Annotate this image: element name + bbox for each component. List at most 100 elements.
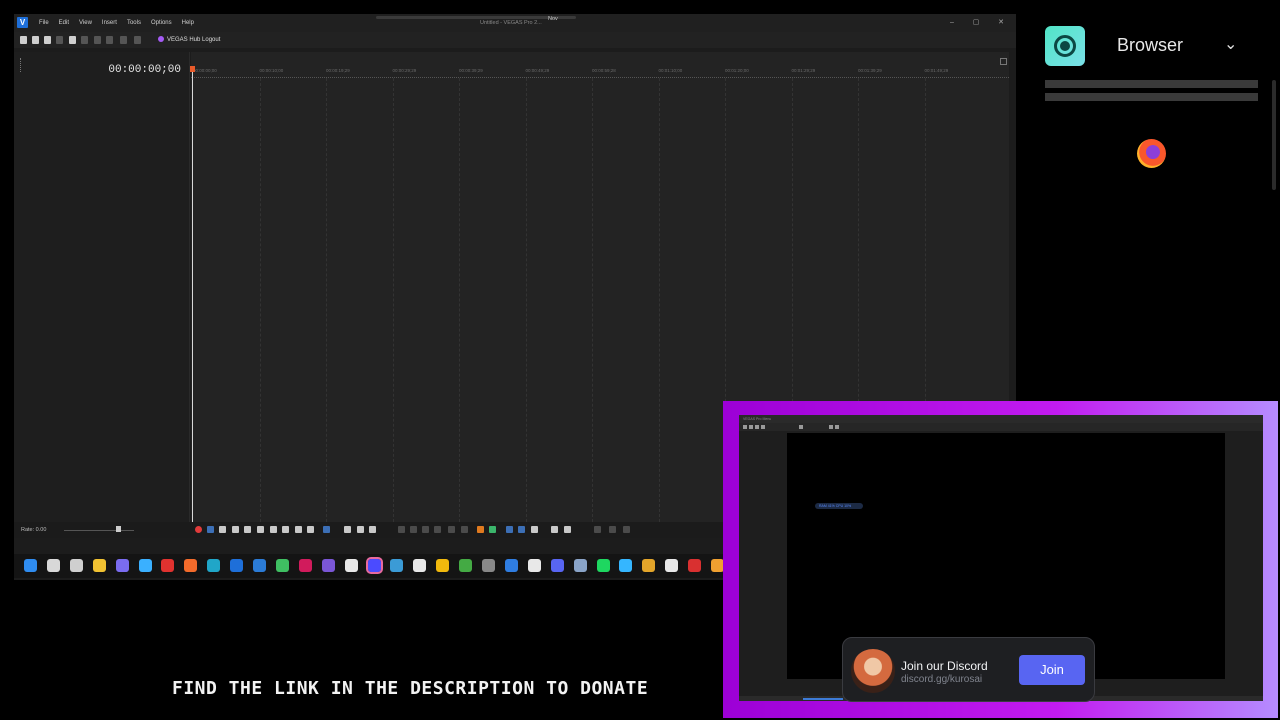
taskbar-app-b-icon[interactable] [642, 559, 656, 572]
taskbar-task-view-icon[interactable] [69, 559, 83, 572]
maximize-icon[interactable]: ▢ [964, 14, 988, 32]
pane-grip-icon[interactable] [20, 58, 22, 72]
split-icon[interactable] [398, 526, 405, 533]
taskbar-vegas-icon[interactable] [230, 559, 244, 572]
taskbar-windows-start-icon[interactable] [24, 559, 37, 572]
taskbar-after-effects-icon[interactable] [321, 559, 335, 572]
taskbar-obs-icon[interactable] [365, 557, 383, 574]
taskbar-discord-app-icon[interactable] [550, 559, 564, 572]
undo-icon[interactable] [120, 36, 127, 44]
marker-icon[interactable] [477, 526, 484, 533]
paste-icon[interactable] [106, 36, 113, 44]
delete-icon[interactable] [448, 526, 455, 533]
track-list-pane[interactable]: 00:00:00;00 [14, 52, 190, 522]
normal-edit-tool-icon[interactable] [323, 526, 330, 533]
snapping-icon[interactable] [506, 526, 513, 533]
menu-help[interactable]: Help [177, 14, 199, 32]
chevron-down-icon[interactable]: ⌄ [1224, 34, 1237, 54]
taskbar-file-explorer-icon[interactable] [92, 559, 106, 572]
copy-icon[interactable] [94, 36, 101, 44]
close-icon[interactable]: ✕ [989, 14, 1013, 32]
taskbar-vivaldi-icon[interactable] [161, 559, 175, 572]
open-project-icon[interactable] [32, 36, 39, 44]
zoom-tool-icon[interactable] [369, 526, 376, 533]
playhead-line[interactable] [192, 68, 193, 522]
firefox-icon[interactable] [1137, 139, 1166, 168]
taskbar-app-c-icon[interactable] [665, 559, 679, 572]
stop-icon[interactable] [257, 526, 264, 533]
taskbar-xbox-icon[interactable] [459, 559, 473, 572]
new-project-icon[interactable] [20, 36, 27, 44]
taskbar-spotify-icon[interactable] [596, 559, 610, 572]
taskbar-terminal-icon[interactable] [482, 559, 495, 572]
selection-tool-icon[interactable] [357, 526, 364, 533]
taskbar-checklist-icon[interactable] [138, 559, 152, 572]
prev-frame-icon[interactable] [295, 526, 302, 533]
ripple-icon[interactable] [461, 526, 468, 533]
taskbar-notion-icon[interactable] [413, 559, 427, 572]
play-icon[interactable] [232, 526, 239, 533]
taskbar-android-studio-icon[interactable] [275, 559, 289, 572]
menu-edit[interactable]: Edit [54, 14, 74, 32]
render-icon[interactable] [56, 36, 63, 44]
record-icon[interactable] [1045, 26, 1085, 66]
discord-invite-link[interactable]: discord.gg/kurosai [901, 674, 982, 685]
timeline-corner-icon[interactable] [1000, 58, 1007, 65]
time-ruler[interactable]: 00:00:00;00 00:00:10;00 00:00:19;29 00:00:2… [191, 68, 1009, 78]
taskbar-app-a-icon[interactable] [619, 559, 633, 572]
trim-start-icon[interactable] [410, 526, 417, 533]
event-pan-crop-icon[interactable] [609, 526, 616, 533]
play-from-start-icon[interactable] [219, 526, 226, 533]
menu-options[interactable]: Options [146, 14, 177, 32]
title-drag-handle[interactable] [376, 16, 576, 19]
minimize-icon[interactable]: – [940, 14, 964, 32]
taskbar-copilot-icon[interactable] [115, 559, 129, 572]
ruler-tick-label: 00:01:29;29 [791, 68, 816, 73]
next-frame-icon[interactable] [307, 526, 314, 533]
lock-envelopes-icon[interactable] [551, 526, 558, 533]
save-icon[interactable] [44, 36, 51, 44]
trim-end-icon[interactable] [422, 526, 429, 533]
menu-tools[interactable]: Tools [122, 14, 146, 32]
go-to-start-icon[interactable] [270, 526, 277, 533]
discord-join-button[interactable]: Join [1019, 655, 1085, 685]
ignore-grouping-icon[interactable] [564, 526, 571, 533]
rate-slider[interactable] [64, 530, 134, 531]
menu-insert[interactable]: Insert [97, 14, 122, 32]
rate-slider-knob[interactable] [116, 526, 121, 532]
trim-icon[interactable] [434, 526, 441, 533]
taskbar-app-d-icon[interactable] [688, 559, 702, 572]
taskbar-chrome-icon[interactable] [436, 559, 450, 572]
vegas-hub-link[interactable]: VEGAS Hub Logout [158, 32, 220, 48]
taskbar-firefox-icon[interactable] [184, 559, 198, 572]
sidebar-scrollbar[interactable] [1272, 80, 1276, 190]
donate-caption: FIND THE LINK IN THE DESCRIPTION TO DONA… [172, 678, 649, 699]
taskbar-edge-icon[interactable] [207, 559, 221, 572]
playhead-marker-icon[interactable] [190, 66, 195, 72]
track-motion-icon[interactable] [594, 526, 601, 533]
extra-tool-icon[interactable] [623, 526, 630, 533]
taskbar-media-icon[interactable] [527, 559, 541, 572]
redo-icon[interactable] [134, 36, 141, 44]
taskbar-capcut-icon[interactable] [344, 559, 358, 572]
pause-icon[interactable] [244, 526, 251, 533]
taskbar-photoshop-icon[interactable] [253, 559, 266, 572]
auto-crossfade-icon[interactable] [518, 526, 525, 533]
go-to-end-icon[interactable] [282, 526, 289, 533]
envelope-tool-icon[interactable] [344, 526, 351, 533]
taskbar-search-icon[interactable] [46, 559, 60, 572]
ripple-edit-icon[interactable] [531, 526, 538, 533]
taskbar-steam-icon[interactable] [573, 559, 587, 572]
menu-file[interactable]: File [34, 14, 54, 32]
vegas-logo-icon[interactable]: V [17, 17, 28, 28]
cut-icon[interactable] [81, 36, 88, 44]
timeline-gridline [459, 78, 460, 522]
loop-icon[interactable] [207, 526, 214, 533]
menu-view[interactable]: View [74, 14, 97, 32]
taskbar-photos-icon[interactable] [390, 559, 404, 572]
record-icon[interactable] [195, 526, 202, 533]
taskbar-davinci-icon[interactable] [298, 559, 312, 572]
settings-gear-icon[interactable] [69, 36, 76, 44]
taskbar-store-icon[interactable] [504, 559, 518, 572]
region-icon[interactable] [489, 526, 496, 533]
